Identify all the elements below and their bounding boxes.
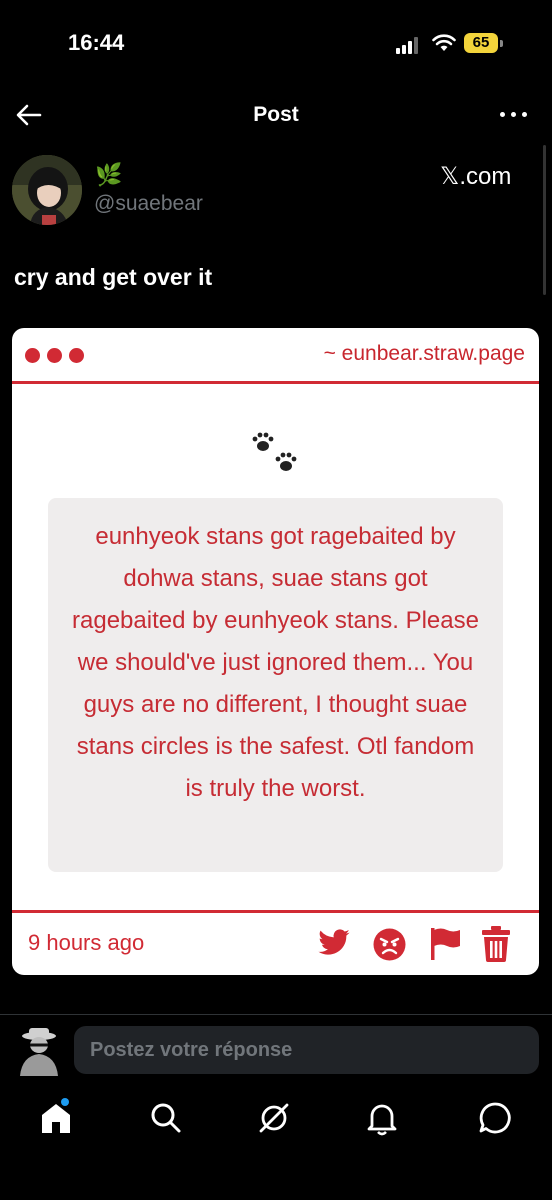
user-handle[interactable]: @suaebear — [94, 192, 203, 216]
reply-input[interactable] — [74, 1026, 539, 1074]
message-box: eunhyeok stans got ragebaited by dohwa s… — [48, 498, 503, 872]
signal-icon — [396, 36, 422, 54]
flag-icon[interactable] — [429, 927, 461, 961]
battery-tip — [500, 40, 503, 47]
window-dot-2 — [47, 348, 62, 363]
twitter-bird-icon[interactable] — [317, 926, 351, 960]
wifi-icon — [432, 34, 456, 51]
embedded-card: ~ eunbear.straw.page eunhyeok stans got … — [12, 328, 539, 975]
source-label: 𝕏.com — [440, 163, 512, 190]
bell-icon[interactable] — [364, 1100, 400, 1136]
card-bottom-divider — [12, 910, 539, 913]
angry-face-icon[interactable] — [373, 928, 406, 961]
grok-icon[interactable] — [256, 1100, 292, 1136]
search-icon[interactable] — [148, 1100, 184, 1136]
window-dot-1 — [25, 348, 40, 363]
post-text: cry and get over it — [14, 264, 213, 290]
trash-icon[interactable] — [482, 926, 510, 962]
reply-divider — [0, 1014, 552, 1015]
timestamp: 9 hours ago — [28, 930, 145, 955]
home-icon[interactable] — [38, 1100, 74, 1136]
avatar[interactable] — [12, 155, 82, 225]
name-emoji: 🌿 — [95, 162, 123, 187]
message-text: eunhyeok stans got ragebaited by dohwa s… — [72, 523, 479, 802]
card-top-divider — [12, 381, 539, 384]
status-time: 16:44 — [68, 30, 125, 55]
paw-prints-icon — [252, 432, 297, 471]
scrollbar[interactable] — [543, 145, 546, 295]
more-icon[interactable] — [498, 104, 530, 124]
window-dot-3 — [69, 348, 84, 363]
message-icon[interactable] — [477, 1100, 513, 1136]
notification-dot — [61, 1098, 69, 1106]
card-url[interactable]: ~ eunbear.straw.page — [324, 342, 525, 366]
reply-avatar[interactable] — [16, 1026, 62, 1076]
page-title: Post — [253, 103, 299, 126]
battery-indicator: 65 — [464, 33, 498, 53]
